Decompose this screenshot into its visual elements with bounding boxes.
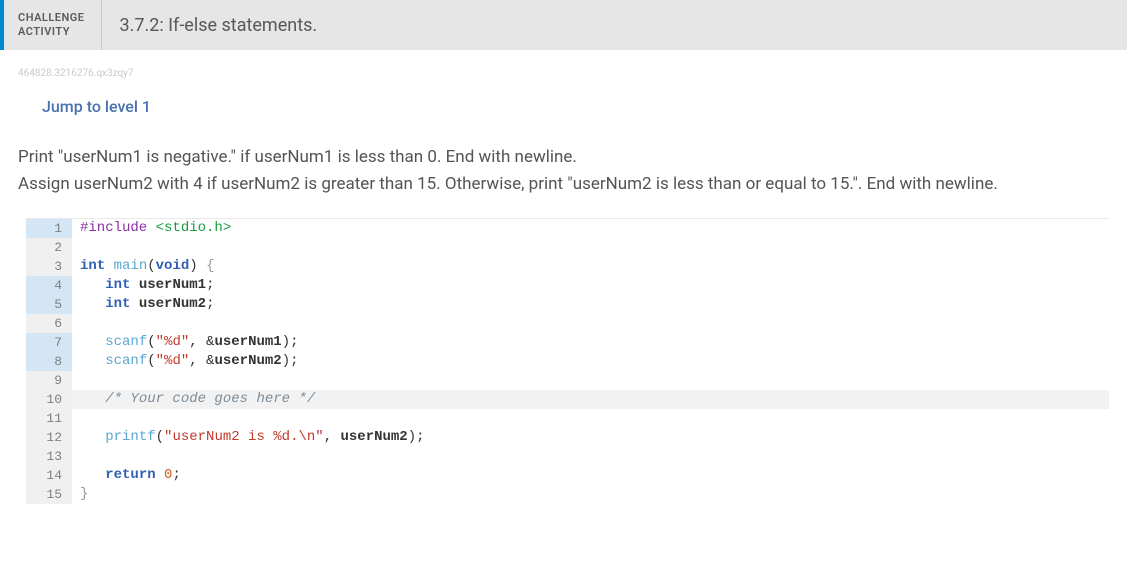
line-number: 1 bbox=[26, 219, 72, 238]
activity-type-label: CHALLENGE ACTIVITY bbox=[4, 0, 102, 50]
code-text[interactable]: int main(void) { bbox=[72, 257, 1109, 276]
instruction-line-1: Print "userNum1 is negative." if userNum… bbox=[18, 144, 1107, 171]
line-number: 5 bbox=[26, 295, 72, 314]
code-line[interactable]: 14 return 0; bbox=[26, 466, 1109, 485]
code-text[interactable] bbox=[72, 238, 1109, 257]
line-number: 14 bbox=[26, 466, 72, 485]
instructions-text: Print "userNum1 is negative." if userNum… bbox=[0, 144, 1127, 198]
activity-label-l2: ACTIVITY bbox=[18, 25, 85, 39]
line-number: 10 bbox=[26, 390, 72, 409]
line-number: 6 bbox=[26, 314, 72, 333]
activity-hash: 464828.3216276.qx3zqy7 bbox=[0, 68, 1127, 79]
content-area: 464828.3216276.qx3zqy7 Jump to level 1 P… bbox=[0, 50, 1127, 504]
code-text[interactable]: scanf("%d", &userNum1); bbox=[72, 333, 1109, 352]
line-number: 2 bbox=[26, 238, 72, 257]
code-line[interactable]: 9 bbox=[26, 371, 1109, 390]
line-number: 12 bbox=[26, 428, 72, 447]
code-line[interactable]: 15} bbox=[26, 485, 1109, 504]
code-line[interactable]: 1#include <stdio.h> bbox=[26, 219, 1109, 238]
line-number: 9 bbox=[26, 371, 72, 390]
jump-link-container: Jump to level 1 bbox=[0, 97, 1127, 116]
code-text[interactable]: int userNum1; bbox=[72, 276, 1109, 295]
code-line[interactable]: 7 scanf("%d", &userNum1); bbox=[26, 333, 1109, 352]
code-line[interactable]: 8 scanf("%d", &userNum2); bbox=[26, 352, 1109, 371]
code-text[interactable]: printf("userNum2 is %d.\n", userNum2); bbox=[72, 428, 1109, 447]
code-line[interactable]: 6 bbox=[26, 314, 1109, 333]
line-number: 4 bbox=[26, 276, 72, 295]
code-text[interactable]: int userNum2; bbox=[72, 295, 1109, 314]
activity-label-l1: CHALLENGE bbox=[18, 11, 85, 25]
line-number: 15 bbox=[26, 485, 72, 504]
code-text[interactable]: return 0; bbox=[72, 466, 1109, 485]
line-number: 8 bbox=[26, 352, 72, 371]
code-text[interactable] bbox=[72, 371, 1109, 390]
code-line[interactable]: 4 int userNum1; bbox=[26, 276, 1109, 295]
code-text[interactable] bbox=[72, 447, 1109, 466]
code-line[interactable]: 13 bbox=[26, 447, 1109, 466]
activity-title: 3.7.2: If-else statements. bbox=[102, 0, 336, 50]
code-text[interactable]: /* Your code goes here */ bbox=[72, 390, 1109, 409]
instruction-line-2: Assign userNum2 with 4 if userNum2 is gr… bbox=[18, 171, 1107, 198]
code-text[interactable] bbox=[72, 409, 1109, 428]
line-number: 7 bbox=[26, 333, 72, 352]
code-line[interactable]: 12 printf("userNum2 is %d.\n", userNum2)… bbox=[26, 428, 1109, 447]
line-number: 3 bbox=[26, 257, 72, 276]
code-text[interactable] bbox=[72, 314, 1109, 333]
code-line[interactable]: 2 bbox=[26, 238, 1109, 257]
code-line[interactable]: 3int main(void) { bbox=[26, 257, 1109, 276]
line-number: 11 bbox=[26, 409, 72, 428]
code-line[interactable]: 5 int userNum2; bbox=[26, 295, 1109, 314]
code-text[interactable]: #include <stdio.h> bbox=[72, 219, 1109, 238]
code-editor[interactable]: 1#include <stdio.h>23int main(void) {4 i… bbox=[26, 218, 1109, 504]
line-number: 13 bbox=[26, 447, 72, 466]
code-text[interactable]: scanf("%d", &userNum2); bbox=[72, 352, 1109, 371]
jump-to-level-link[interactable]: Jump to level 1 bbox=[42, 97, 151, 116]
code-line[interactable]: 11 bbox=[26, 409, 1109, 428]
activity-header: CHALLENGE ACTIVITY 3.7.2: If-else statem… bbox=[0, 0, 1127, 50]
code-text[interactable]: } bbox=[72, 485, 1109, 504]
code-line[interactable]: 10 /* Your code goes here */ bbox=[26, 390, 1109, 409]
